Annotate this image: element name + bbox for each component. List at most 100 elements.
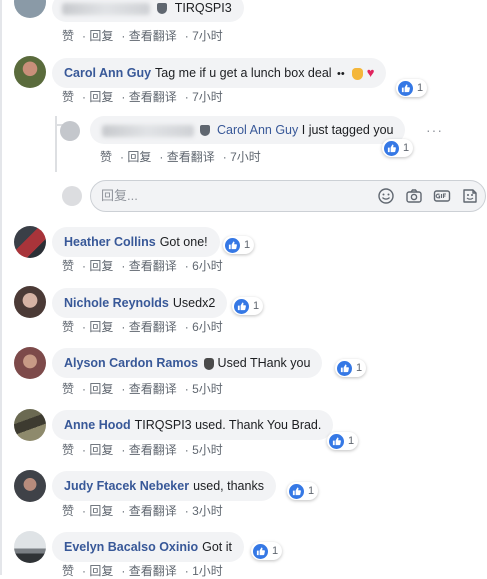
comment-text: TIRQSPI3 used. Thank You Brad. <box>134 418 322 432</box>
clap-emoji <box>352 67 364 80</box>
timestamp[interactable]: 7小时 <box>230 150 261 164</box>
translate-link[interactable]: 查看翻译 <box>129 504 177 518</box>
avatar[interactable] <box>14 531 46 563</box>
avatar[interactable] <box>14 347 46 379</box>
mention-link[interactable]: Carol Ann Guy <box>217 123 298 137</box>
reply-link[interactable]: 回复 <box>89 320 113 334</box>
gif-icon[interactable] <box>433 187 451 205</box>
avatar[interactable] <box>14 226 46 258</box>
timestamp[interactable]: 7小时 <box>192 90 223 104</box>
sticker-icon[interactable] <box>461 187 479 205</box>
timestamp[interactable]: 3小时 <box>192 504 223 518</box>
timestamp[interactable]: 1小时 <box>192 564 223 578</box>
comment-bubble: Anne Hood TIRQSPI3 used. Thank You Brad. <box>52 410 334 440</box>
comment-text: Tag me if u get a lunch box deal <box>155 66 332 80</box>
comment-text: Usedx2 <box>172 296 216 310</box>
like-icon <box>225 237 240 253</box>
reaction-count[interactable]: 1 <box>232 297 264 315</box>
reply-link[interactable]: 回复 <box>89 564 113 578</box>
like-link[interactable]: 赞 <box>62 504 74 518</box>
timestamp[interactable]: 6小时 <box>192 320 223 334</box>
comment-bubble: TIRQSPI3 <box>52 0 244 22</box>
translate-link[interactable]: 查看翻译 <box>129 443 177 457</box>
reply-text: I just tagged you <box>301 123 394 137</box>
comment-text: Used THank you <box>217 356 311 370</box>
avatar[interactable] <box>60 121 80 141</box>
comment-bubble: Evelyn Bacalso Oxinio Got it <box>52 532 244 562</box>
reaction-count[interactable]: 1 <box>335 359 367 377</box>
reply-input[interactable]: 回复... <box>90 180 486 212</box>
like-link[interactable]: 赞 <box>62 29 74 43</box>
comment-bubble: Judy Ftacek Nebeker used, thanks <box>52 471 276 501</box>
reply-link[interactable]: 回复 <box>89 29 113 43</box>
like-link[interactable]: 赞 <box>62 259 74 273</box>
like-link[interactable]: 赞 <box>62 564 74 578</box>
shield-icon <box>157 3 168 15</box>
timestamp[interactable]: 5小时 <box>192 382 223 396</box>
comment-actions: 赞 · 回复 · 查看翻译 · 5小时 <box>62 382 223 396</box>
shield-icon <box>200 125 211 137</box>
translate-link[interactable]: 查看翻译 <box>129 382 177 396</box>
avatar[interactable] <box>14 470 46 502</box>
reply-link[interactable]: 回复 <box>89 443 113 457</box>
like-link[interactable]: 赞 <box>100 150 112 164</box>
timestamp[interactable]: 6小时 <box>192 259 223 273</box>
reaction-count[interactable]: 1 <box>382 139 414 157</box>
translate-link[interactable]: 查看翻译 <box>129 259 177 273</box>
reply-link[interactable]: 回复 <box>89 504 113 518</box>
redacted-name <box>62 2 150 15</box>
like-link[interactable]: 赞 <box>62 443 74 457</box>
translate-link[interactable]: 查看翻译 <box>129 564 177 578</box>
comment-bubble: Nichole Reynolds Usedx2 <box>52 288 228 318</box>
comment-author[interactable]: Heather Collins <box>64 235 156 249</box>
comment-text: used, thanks <box>193 479 264 493</box>
translate-link[interactable]: 查看翻译 <box>129 29 177 43</box>
eyes-emoji: •• <box>337 68 345 80</box>
like-icon <box>337 360 352 376</box>
reply-link[interactable]: 回复 <box>89 90 113 104</box>
timestamp[interactable]: 7小时 <box>192 29 223 43</box>
comment-actions: 赞 · 回复 · 查看翻译 · 7小时 <box>62 29 223 43</box>
comment-author[interactable]: Anne Hood <box>64 418 131 432</box>
reaction-count[interactable]: 1 <box>327 432 359 450</box>
comment-actions: 赞 · 回复 · 查看翻译 · 6小时 <box>62 259 223 273</box>
camera-icon[interactable] <box>405 187 423 205</box>
reply-link[interactable]: 回复 <box>89 259 113 273</box>
emoji-icon[interactable] <box>377 187 395 205</box>
comment-author[interactable]: Alyson Cardon Ramos <box>64 356 198 370</box>
comment-actions: 赞 · 回复 · 查看翻译 · 5小时 <box>62 443 223 457</box>
avatar[interactable] <box>14 0 46 18</box>
translate-link[interactable]: 查看翻译 <box>129 90 177 104</box>
timestamp[interactable]: 5小时 <box>192 443 223 457</box>
comment-text: TIRQSPI3 <box>174 1 232 15</box>
like-icon <box>289 483 304 499</box>
translate-link[interactable]: 查看翻译 <box>167 150 215 164</box>
translate-link[interactable]: 查看翻译 <box>129 320 177 334</box>
comment-author[interactable]: Nichole Reynolds <box>64 296 169 310</box>
comment-author[interactable]: Judy Ftacek Nebeker <box>64 479 189 493</box>
redacted-name <box>102 124 194 137</box>
avatar[interactable] <box>14 56 46 88</box>
reaction-count[interactable]: 1 <box>396 79 428 97</box>
like-icon <box>329 433 344 449</box>
reaction-count[interactable]: 1 <box>251 542 283 560</box>
raised-hand-emoji <box>203 357 214 370</box>
reply-placeholder: 回复... <box>101 188 138 203</box>
like-link[interactable]: 赞 <box>62 90 74 104</box>
avatar[interactable] <box>14 409 46 441</box>
comment-bubble: Alyson Cardon Ramos Used THank you <box>52 348 323 378</box>
like-icon <box>253 543 268 559</box>
comment-author[interactable]: Evelyn Bacalso Oxinio <box>64 540 198 554</box>
like-link[interactable]: 赞 <box>62 320 74 334</box>
avatar[interactable] <box>14 286 46 318</box>
like-icon <box>398 80 413 96</box>
comment-author[interactable]: Carol Ann Guy <box>64 66 151 80</box>
more-options-icon[interactable]: ··· <box>426 122 443 138</box>
reply-link[interactable]: 回复 <box>127 150 151 164</box>
reply-link[interactable]: 回复 <box>89 382 113 396</box>
reaction-count[interactable]: 1 <box>223 236 255 254</box>
like-link[interactable]: 赞 <box>62 382 74 396</box>
comment-text: Got it <box>202 540 232 554</box>
reaction-count[interactable]: 1 <box>287 482 319 500</box>
comment-actions: 赞 · 回复 · 查看翻译 · 7小时 <box>62 90 223 104</box>
